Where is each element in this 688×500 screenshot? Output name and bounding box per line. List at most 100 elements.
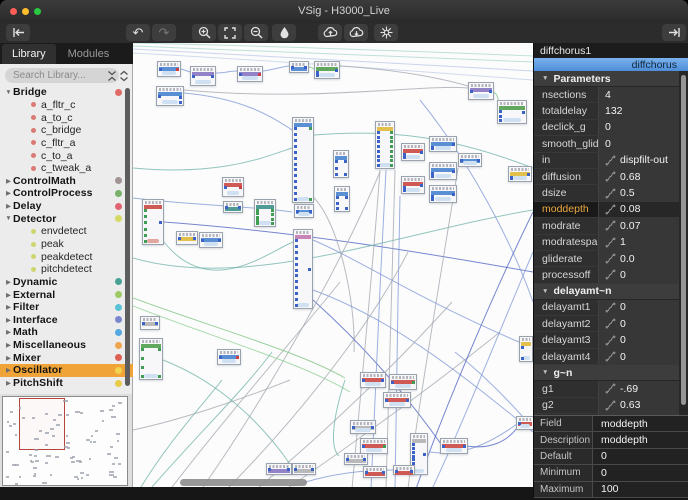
node-port[interactable] <box>294 168 297 172</box>
tree-item-c_fltr_a[interactable]: c_fltr_a <box>0 137 133 150</box>
graph-node[interactable] <box>516 416 533 430</box>
node-port[interactable] <box>271 222 274 225</box>
node-port[interactable] <box>141 357 144 360</box>
render-button[interactable] <box>374 24 398 41</box>
tree-category-external[interactable]: ▶ External <box>0 288 133 301</box>
param-value-field[interactable]: 0.5 <box>598 185 680 201</box>
node-port[interactable] <box>390 131 393 134</box>
node-port[interactable] <box>295 244 298 248</box>
param-row-gliderate[interactable]: gliderate 0.0 <box>534 250 680 268</box>
node-port[interactable] <box>158 375 161 378</box>
node-port[interactable] <box>239 186 242 189</box>
node-port[interactable] <box>377 164 380 167</box>
graph-node[interactable] <box>157 61 181 77</box>
node-port[interactable] <box>294 186 297 190</box>
node-port[interactable] <box>159 68 162 71</box>
node-port[interactable] <box>463 445 466 448</box>
param-value-field[interactable]: 0.63 <box>598 397 680 414</box>
disclosure-triangle-icon[interactable]: ▶ <box>4 341 13 349</box>
node-port[interactable] <box>239 73 242 76</box>
node-port[interactable] <box>381 379 384 382</box>
node-port[interactable] <box>431 175 434 178</box>
node-port[interactable] <box>144 215 147 219</box>
inspector-scrollbar-thumb[interactable] <box>681 75 686 405</box>
node-port[interactable] <box>294 174 297 178</box>
node-port[interactable] <box>344 173 347 176</box>
node-port[interactable] <box>158 95 161 98</box>
disclosure-triangle-icon[interactable]: ▶ <box>4 366 13 374</box>
param-value-field[interactable]: 0 <box>598 267 680 283</box>
node-port[interactable] <box>291 66 294 69</box>
node-port[interactable] <box>295 304 298 307</box>
node-port[interactable] <box>141 375 144 378</box>
param-row-delayamt2[interactable]: delayamt2 0 <box>534 316 680 333</box>
minimap[interactable] <box>2 396 128 486</box>
disclosure-triangle-icon[interactable]: ▶ <box>4 316 13 324</box>
node-port[interactable] <box>179 96 182 99</box>
search-input[interactable] <box>5 68 119 83</box>
node-port[interactable] <box>335 69 338 72</box>
node-port[interactable] <box>377 140 380 144</box>
node-port[interactable] <box>155 322 158 325</box>
graph-node[interactable] <box>429 185 457 203</box>
node-port[interactable] <box>295 268 298 272</box>
node-port[interactable] <box>403 189 406 192</box>
param-value-field[interactable]: 0 <box>598 348 680 365</box>
collapse-left-button[interactable] <box>6 24 30 41</box>
tab-modules[interactable]: Modules <box>58 44 120 64</box>
node-port[interactable] <box>142 322 145 325</box>
param-value-field[interactable]: 1 <box>598 234 680 250</box>
disclosure-triangle-icon[interactable]: ▶ <box>4 303 13 311</box>
graph-node[interactable] <box>468 82 494 100</box>
node-port[interactable] <box>295 250 298 254</box>
graph-node[interactable] <box>314 61 340 79</box>
node-port[interactable] <box>391 381 394 384</box>
node-port[interactable] <box>294 144 297 148</box>
node-port[interactable] <box>346 458 349 461</box>
node-port[interactable] <box>362 379 365 382</box>
tree-category-miscellaneous[interactable]: ▶ Miscellaneous <box>0 339 133 352</box>
disclosure-triangle-icon[interactable]: ▼ <box>4 215 13 222</box>
node-port[interactable] <box>345 196 348 199</box>
node-port[interactable] <box>309 127 312 130</box>
collapse-all-icon[interactable] <box>107 69 117 81</box>
graph-node[interactable] <box>142 199 164 245</box>
disclosure-triangle-icon[interactable]: ▶ <box>4 278 13 286</box>
node-port[interactable] <box>294 468 297 471</box>
collapse-right-button[interactable] <box>662 24 686 41</box>
node-port[interactable] <box>294 162 297 166</box>
node-port[interactable] <box>295 286 298 290</box>
tree-category-math[interactable]: ▶ Math <box>0 326 133 339</box>
node-port[interactable] <box>335 173 338 176</box>
node-port[interactable] <box>225 206 228 209</box>
node-port[interactable] <box>460 159 463 162</box>
tree-category-delay[interactable]: ▶ Delay <box>0 200 133 213</box>
node-port[interactable] <box>423 453 426 456</box>
disclosure-triangle-icon[interactable]: ▶ <box>4 177 13 185</box>
node-port[interactable] <box>311 468 314 471</box>
node-port[interactable] <box>294 198 297 201</box>
tree-category-mixer[interactable]: ▶ Mixer <box>0 351 133 364</box>
node-port[interactable] <box>412 454 415 458</box>
node-port[interactable] <box>345 207 348 210</box>
node-port[interactable] <box>295 262 298 266</box>
node-port[interactable] <box>268 468 271 471</box>
graph-node[interactable] <box>389 374 417 390</box>
node-port[interactable] <box>412 443 415 446</box>
node-port[interactable] <box>412 450 415 454</box>
disclosure-triangle-icon[interactable]: ▶ <box>4 379 13 387</box>
tree-category-controlprocess[interactable]: ▶ ControlProcess <box>0 187 133 200</box>
node-port[interactable] <box>258 73 261 76</box>
node-port[interactable] <box>159 221 162 224</box>
param-value-field[interactable]: 4 <box>598 87 680 103</box>
node-port[interactable] <box>521 357 524 360</box>
section-header-delayamt-n[interactable]: ▼ delayamt~n <box>534 283 680 300</box>
graph-node[interactable] <box>222 177 244 197</box>
canvas-horizontal-scrollbar[interactable] <box>180 479 307 486</box>
graph-node[interactable] <box>508 166 532 182</box>
node-port[interactable] <box>144 227 147 231</box>
node-port[interactable] <box>352 426 355 429</box>
tree-item-c_tweak_a[interactable]: c_tweak_a <box>0 162 133 175</box>
zoom-fit-button[interactable] <box>218 24 242 41</box>
cloud-upload-button[interactable] <box>318 24 342 41</box>
